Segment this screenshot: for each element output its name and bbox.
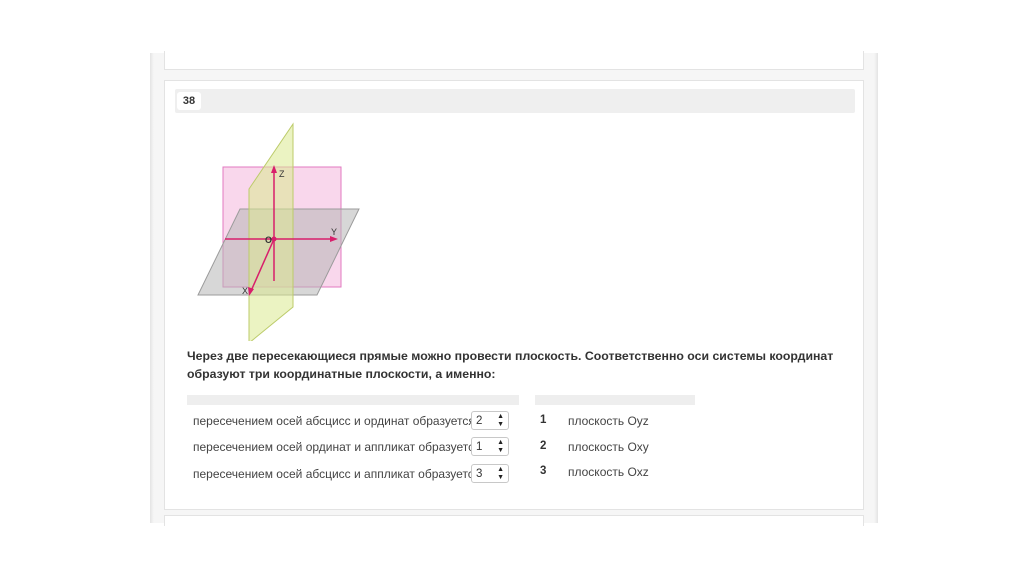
axis-x-label: X <box>242 286 248 296</box>
statement-row-3: пересечением осей абсцисс и аппликат обр… <box>193 467 481 481</box>
page-shadow-right <box>874 53 878 523</box>
question-card: 38 Z Y X O Через две пересекающиеся прям… <box>164 80 864 510</box>
answer-select-2-value: 1 <box>476 441 483 453</box>
coordinate-planes-figure: Z Y X O <box>185 116 360 345</box>
question-number: 38 <box>177 92 201 110</box>
origin-label: O <box>265 235 272 245</box>
axis-z-label: Z <box>279 169 285 179</box>
question-text: Через две пересекающиеся прямые можно пр… <box>187 349 834 381</box>
plane-xz-shape <box>248 122 294 345</box>
origin-point <box>271 236 277 242</box>
question-header: 38 <box>175 89 855 113</box>
select-arrows-icon: ▲ ▼ <box>497 465 504 481</box>
answer-text-2: плоскость Oxy <box>568 440 649 454</box>
slide-page: 38 Z Y X O Через две пересекающиеся прям… <box>154 51 874 526</box>
answer-select-2[interactable]: 1 ▲ ▼ <box>471 437 509 456</box>
answers-column-header <box>535 395 695 405</box>
answer-select-3-value: 3 <box>476 468 483 480</box>
answer-select-1[interactable]: 2 ▲ ▼ <box>471 411 509 430</box>
select-arrows-icon: ▲ ▼ <box>497 412 504 428</box>
select-arrows-icon: ▲ ▼ <box>497 438 504 454</box>
statement-row-1: пересечением осей абсцисс и ординат обра… <box>193 414 475 428</box>
statement-row-2: пересечением осей ординат и аппликат обр… <box>193 440 481 454</box>
answer-select-1-value: 2 <box>476 415 483 427</box>
answer-text-3: плоскость Oxz <box>568 465 649 479</box>
answer-select-3[interactable]: 3 ▲ ▼ <box>471 464 509 483</box>
answer-number-3: 3 <box>540 465 547 477</box>
axis-y-label: Y <box>331 227 337 237</box>
next-question-card <box>164 515 864 526</box>
answer-number-1: 1 <box>540 414 547 426</box>
answer-text-1: плоскость Oyz <box>568 414 649 428</box>
previous-question-card <box>164 51 864 70</box>
statements-column-header <box>187 395 519 405</box>
coordinate-planes-diagram: Z Y X O <box>197 122 360 345</box>
answer-number-2: 2 <box>540 440 547 452</box>
